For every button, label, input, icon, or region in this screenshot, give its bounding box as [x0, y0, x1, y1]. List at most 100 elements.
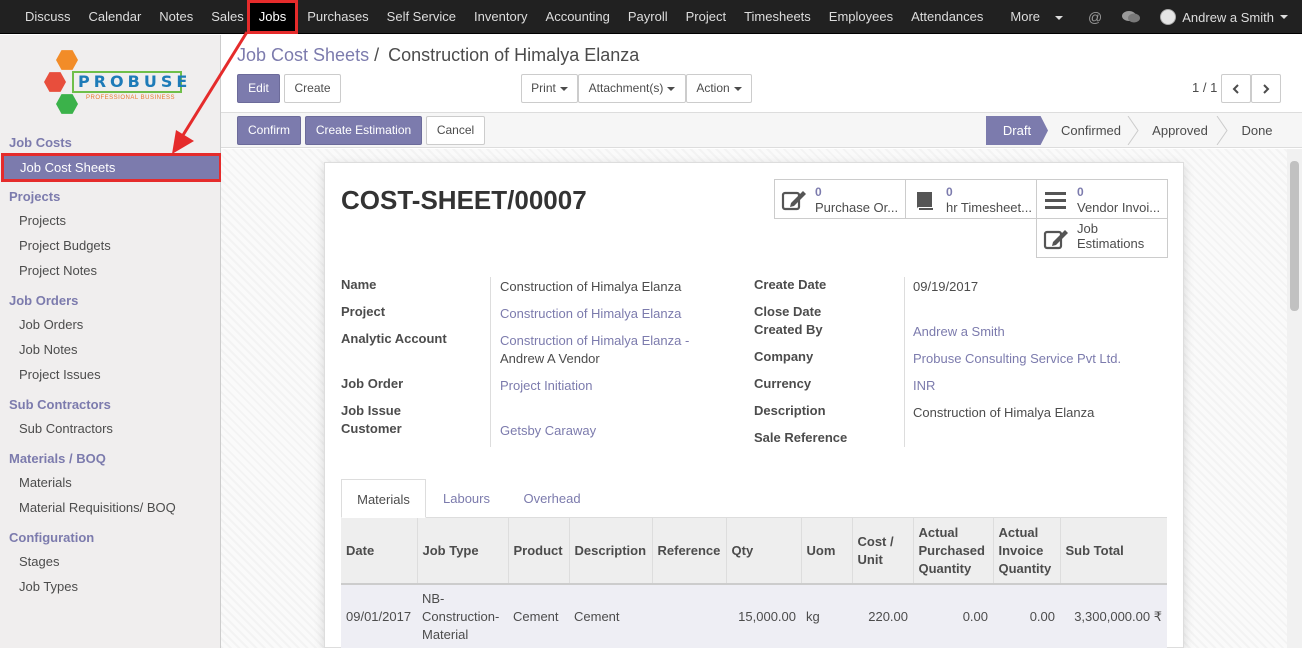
sidebar-item-projects[interactable]: Projects — [19, 213, 66, 228]
pager-previous-button[interactable] — [1221, 74, 1251, 103]
edit-button[interactable]: Edit — [237, 74, 280, 103]
table-row[interactable]: 09/01/2017 NB-Construction-Material Ceme… — [341, 584, 1167, 648]
sidebar-item-job-orders[interactable]: Job Orders — [19, 317, 83, 332]
chevron-down-icon — [733, 86, 742, 91]
chat-bubbles-icon[interactable] — [1122, 10, 1141, 24]
menu-self-service[interactable]: Self Service — [378, 0, 465, 34]
stage-separator — [1216, 116, 1228, 145]
tab-overhead[interactable]: Overhead — [509, 479, 595, 518]
pager-next-button[interactable] — [1251, 74, 1281, 103]
breadcrumb: Job Cost Sheets / Construction of Himaly… — [237, 45, 639, 66]
job-estimations-smart-button[interactable]: Job Estimations — [1036, 218, 1168, 258]
sidebar-item-project-budgets[interactable]: Project Budgets — [19, 238, 111, 253]
label-currency: Currency — [754, 376, 812, 391]
stage-done[interactable]: Done — [1229, 116, 1285, 145]
stage-draft[interactable]: Draft — [986, 116, 1048, 145]
menu-employees[interactable]: Employees — [820, 0, 902, 34]
value-created-by[interactable]: Andrew a Smith — [913, 324, 1005, 339]
column-header[interactable]: Sub Total — [1059, 518, 1167, 585]
menu-notes[interactable]: Notes — [150, 0, 202, 34]
table-cell: 220.00 — [852, 584, 913, 648]
purchase-orders-smart-button[interactable]: 0 Purchase Or... — [774, 179, 906, 219]
sidebar-item-project-notes[interactable]: Project Notes — [19, 263, 97, 278]
column-header[interactable]: Product — [507, 518, 569, 585]
menu-sales[interactable]: Sales — [202, 0, 247, 34]
smart-label: hr Timesheet... — [946, 200, 1032, 215]
sidebar-item-job-cost-sheets[interactable]: Job Cost Sheets — [1, 153, 222, 182]
table-cell: NB-Construction-Material — [417, 584, 508, 648]
sidebar: PROBUSE PROFESSIONAL BUSINESS Job Costs … — [0, 35, 222, 648]
value-analytic-account[interactable]: Construction of Himalya Elanza - — [500, 333, 689, 348]
column-header[interactable]: Date — [341, 518, 417, 585]
vendor-invoices-smart-button[interactable]: 0 Vendor Invoi... — [1036, 179, 1168, 219]
scrollbar-thumb[interactable] — [1290, 161, 1299, 311]
value-create-date: 09/19/2017 — [913, 279, 979, 294]
menu-attendances[interactable]: Attendances — [902, 0, 992, 34]
timesheets-smart-button[interactable]: 0 hr Timesheet... — [905, 179, 1037, 219]
chevron-right-icon — [1263, 84, 1270, 94]
tab-labours[interactable]: Labours — [429, 479, 504, 518]
chevron-down-icon — [1055, 15, 1064, 20]
column-header[interactable]: Uom — [800, 518, 852, 585]
chevron-down-icon — [667, 86, 676, 91]
menu-inventory[interactable]: Inventory — [465, 0, 536, 34]
menu-timesheets[interactable]: Timesheets — [735, 0, 820, 34]
value-company[interactable]: Probuse Consulting Service Pvt Ltd. — [913, 351, 1121, 366]
vertical-scrollbar[interactable] — [1287, 149, 1302, 648]
menu-more[interactable]: More — [992, 0, 1072, 34]
stage-confirmed[interactable]: Confirmed — [1050, 116, 1132, 145]
attachments-button[interactable]: Attachment(s) — [578, 74, 686, 103]
pencil-square-icon — [1043, 230, 1068, 250]
smart-label: Purchase Or... — [815, 200, 899, 215]
menu-accounting[interactable]: Accounting — [537, 0, 619, 34]
sidebar-item-material-requisitions[interactable]: Material Requisitions/ BOQ — [19, 500, 176, 515]
label-create-date: Create Date — [754, 277, 827, 292]
section-projects: Projects — [9, 189, 61, 204]
column-header[interactable]: Actual Invoice Quantity — [992, 518, 1060, 585]
action-button[interactable]: Action — [686, 74, 752, 103]
print-button[interactable]: Print — [521, 74, 578, 103]
sidebar-item-stages[interactable]: Stages — [19, 554, 59, 569]
table-cell: Cement — [508, 584, 569, 648]
stage-approved[interactable]: Approved — [1139, 116, 1221, 145]
sidebar-item-job-notes[interactable]: Job Notes — [19, 342, 78, 357]
column-header[interactable]: Actual Purchased Quantity — [912, 518, 993, 585]
main-content: Job Cost Sheets / Construction of Himaly… — [221, 35, 1302, 648]
value-analytic-account-line2: Andrew A Vendor — [500, 351, 600, 366]
create-button[interactable]: Create — [284, 74, 341, 103]
logo-tagline: PROFESSIONAL BUSINESS — [86, 95, 175, 101]
label-analytic-account: Analytic Account — [341, 331, 447, 346]
sidebar-item-job-types[interactable]: Job Types — [19, 579, 78, 594]
column-header[interactable]: Job Type — [416, 518, 508, 585]
cancel-button[interactable]: Cancel — [426, 116, 485, 145]
notebook-tabs: Materials Labours Overhead — [341, 479, 1167, 518]
at-sign-icon[interactable]: @ — [1088, 9, 1102, 25]
value-currency[interactable]: INR — [913, 378, 935, 393]
column-header[interactable]: Cost / Unit — [851, 518, 913, 585]
chevron-down-icon — [1280, 15, 1288, 19]
menu-discuss[interactable]: Discuss — [16, 0, 80, 34]
tab-materials[interactable]: Materials — [341, 479, 426, 518]
create-estimation-button[interactable]: Create Estimation — [305, 116, 422, 145]
user-menu[interactable]: Andrew a Smith — [1160, 9, 1288, 25]
breadcrumb-parent[interactable]: Job Cost Sheets — [237, 45, 369, 65]
value-customer[interactable]: Getsby Caraway — [500, 423, 596, 438]
menu-payroll[interactable]: Payroll — [619, 0, 677, 34]
value-project[interactable]: Construction of Himalya Elanza — [500, 306, 681, 321]
confirm-button[interactable]: Confirm — [237, 116, 301, 145]
menu-purchases[interactable]: Purchases — [298, 0, 377, 34]
label-job-order: Job Order — [341, 376, 404, 391]
materials-table: Date Job Type Product Description Refere… — [341, 518, 1167, 648]
column-header[interactable]: Reference — [651, 518, 726, 585]
menu-project[interactable]: Project — [677, 0, 735, 34]
logo-word: PROBUSE — [72, 71, 187, 93]
column-header[interactable]: Qty — [725, 518, 801, 585]
column-header[interactable]: Description — [568, 518, 652, 585]
sidebar-item-materials[interactable]: Materials — [19, 475, 72, 490]
menu-calendar[interactable]: Calendar — [80, 0, 151, 34]
sidebar-item-sub-contractors[interactable]: Sub Contractors — [19, 421, 113, 436]
chevron-down-icon — [559, 86, 568, 91]
menu-jobs[interactable]: Jobs — [246, 0, 299, 34]
sidebar-item-project-issues[interactable]: Project Issues — [19, 367, 101, 382]
value-job-order[interactable]: Project Initiation — [500, 378, 593, 393]
